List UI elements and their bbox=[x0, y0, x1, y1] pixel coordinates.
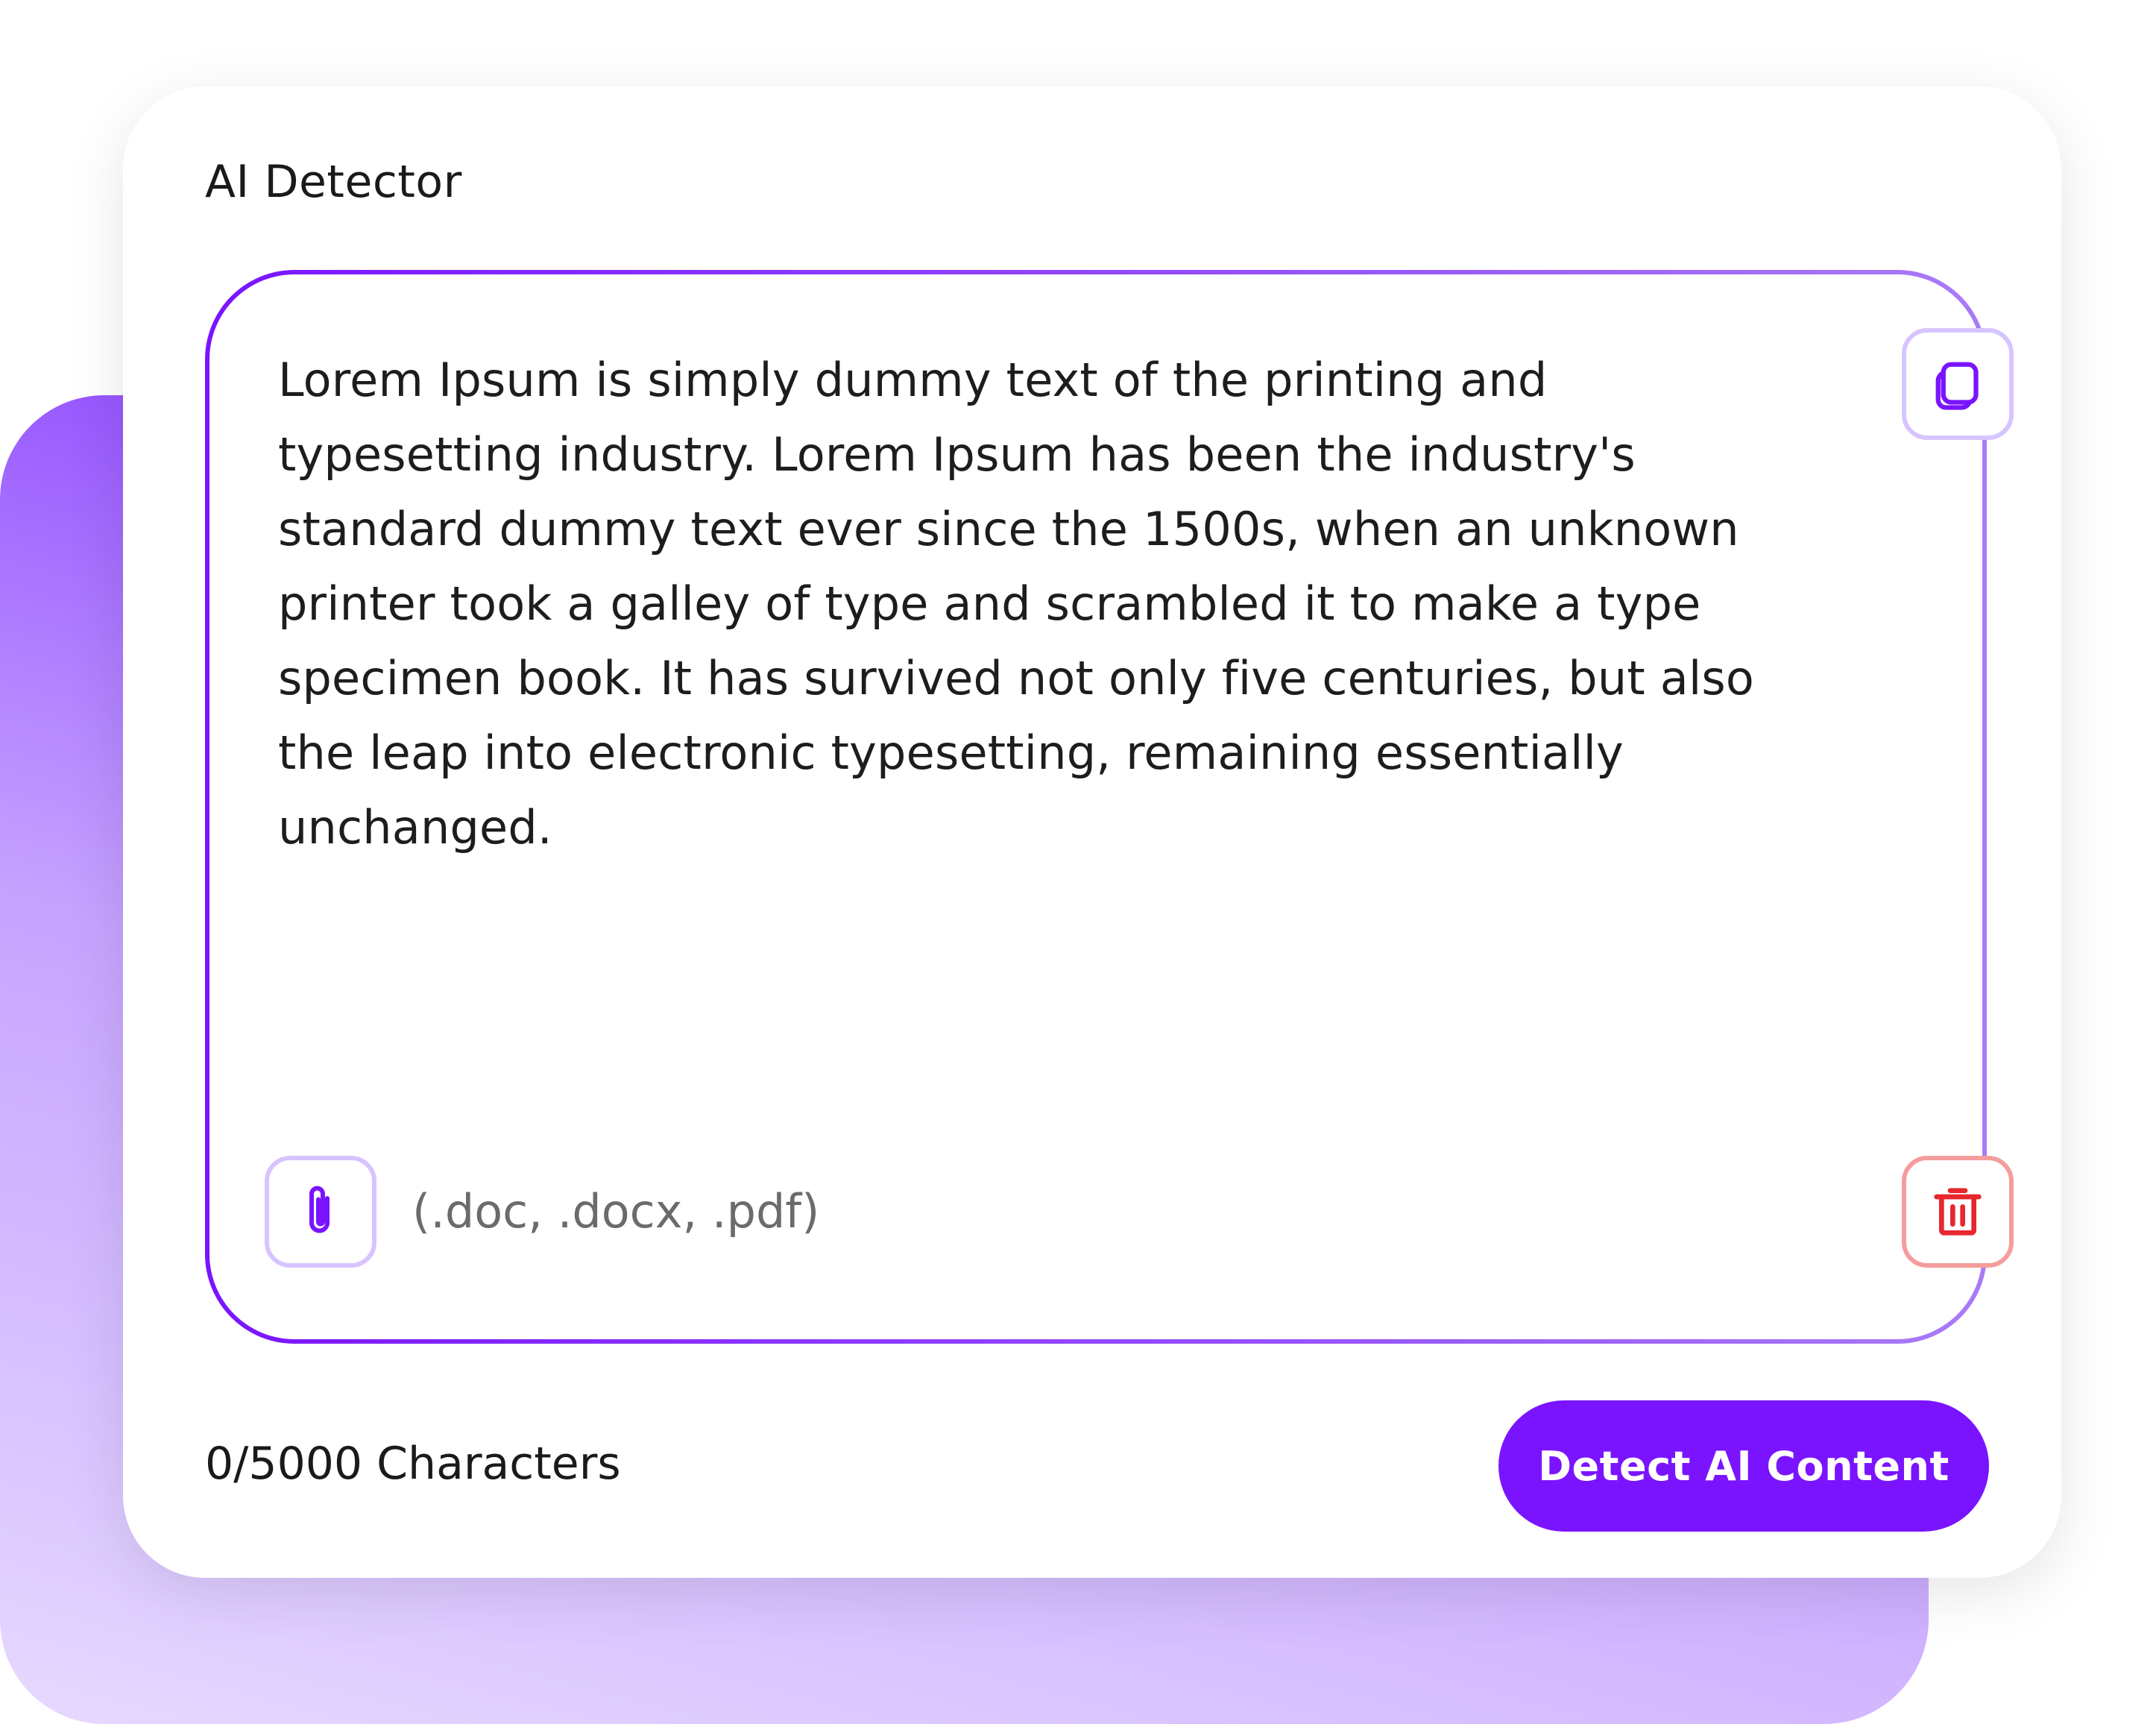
input-text[interactable]: Lorem Ipsum is simply dummy text of the … bbox=[278, 343, 1791, 865]
card-title: AI Detector bbox=[205, 156, 462, 208]
character-count: 0/5000 Characters bbox=[205, 1438, 621, 1490]
text-input-area[interactable]: Lorem Ipsum is simply dummy text of the … bbox=[205, 270, 2014, 1344]
copy-button[interactable] bbox=[1902, 328, 2014, 440]
copy-icon bbox=[1935, 362, 1979, 410]
ai-detector-card: AI Detector Lorem Ipsum is simply dummy … bbox=[123, 86, 2061, 1578]
attach-file-button[interactable] bbox=[265, 1156, 376, 1268]
trash-icon bbox=[1934, 1188, 1982, 1236]
supported-file-types: (.doc, .docx, .pdf) bbox=[412, 1184, 820, 1239]
detect-ai-content-button[interactable]: Detect AI Content bbox=[1498, 1400, 1989, 1532]
delete-button[interactable] bbox=[1902, 1156, 2014, 1268]
paperclip-icon bbox=[309, 1186, 330, 1233]
